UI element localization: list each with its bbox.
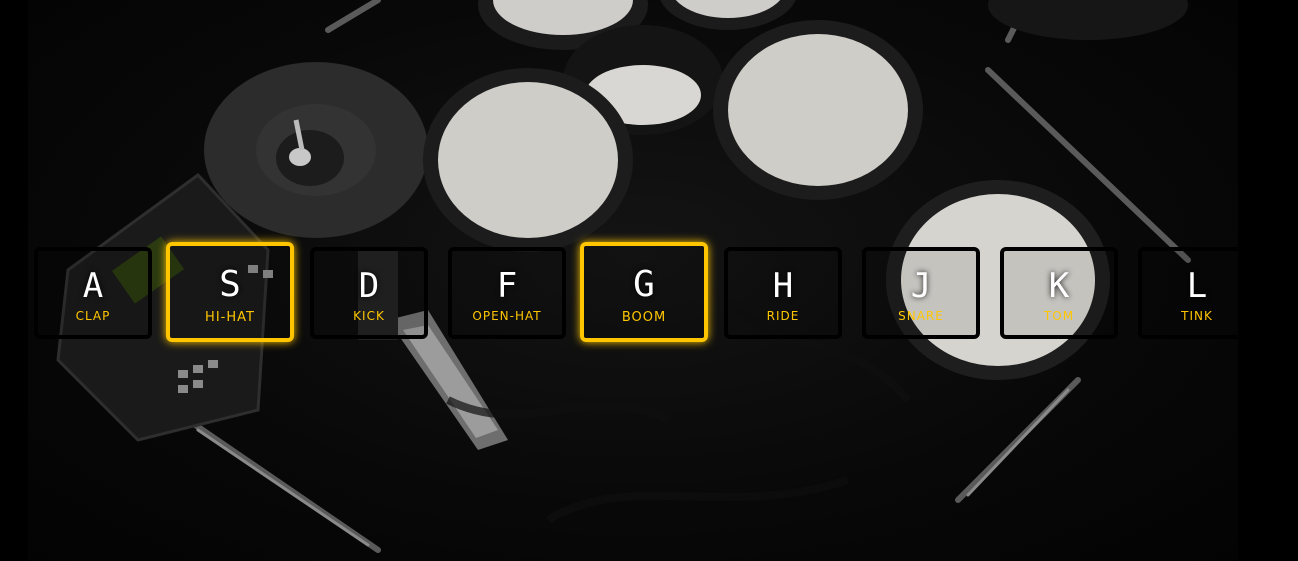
key-sound-label: BOOM [621, 310, 667, 325]
key-letter: D [358, 266, 380, 306]
key-letter: J [910, 266, 932, 306]
key-letter: L [1186, 266, 1208, 306]
drum-key-h[interactable]: H RIDE [724, 247, 842, 339]
key-letter: K [1048, 266, 1070, 306]
drum-key-j[interactable]: J SNARE [862, 247, 980, 339]
key-sound-label: RIDE [766, 309, 800, 323]
drum-key-a[interactable]: A CLAP [34, 247, 152, 339]
key-letter: S [219, 264, 241, 305]
key-letter: H [772, 266, 794, 306]
key-letter: A [82, 266, 104, 306]
drum-key-l[interactable]: L TINK [1138, 247, 1256, 339]
key-sound-label: SNARE [898, 309, 944, 323]
key-sound-label: CLAP [75, 309, 111, 323]
drum-key-g[interactable]: G BOOM [580, 242, 708, 342]
key-sound-label: TOM [1043, 309, 1075, 323]
drum-kit-stage: A CLAP S HI-HAT D KICK F OPEN-HAT G BOOM… [0, 0, 1298, 561]
drum-key-s[interactable]: S HI-HAT [166, 242, 294, 342]
key-sound-label: TINK [1181, 309, 1213, 323]
drum-key-d[interactable]: D KICK [310, 247, 428, 339]
key-sound-label: KICK [353, 309, 385, 323]
key-letter: F [496, 266, 518, 306]
key-sound-label: HI-HAT [205, 310, 255, 325]
drum-key-k[interactable]: K TOM [1000, 247, 1118, 339]
drum-keys-row: A CLAP S HI-HAT D KICK F OPEN-HAT G BOOM… [0, 0, 1298, 561]
key-letter: G [633, 264, 655, 305]
drum-key-f[interactable]: F OPEN-HAT [448, 247, 566, 339]
key-sound-label: OPEN-HAT [472, 309, 542, 323]
